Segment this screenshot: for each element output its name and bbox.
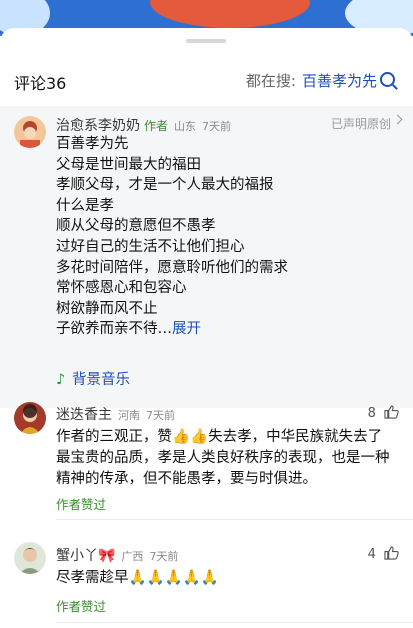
comment-item: 蟹小丫🎀 广西 7天前 4 尽孝需趁早🙏🙏🙏🙏🙏 作者赞过 bbox=[0, 536, 413, 627]
avatar[interactable] bbox=[14, 116, 46, 148]
comment-line: 多花时间陪伴，愿意聆听他们的需求 bbox=[56, 259, 288, 276]
original-badge[interactable]: 已声明原创 bbox=[331, 115, 391, 132]
pinned-author-comment: 治愈系李奶奶 作者 山东 7天前 已声明原创 百善孝为先 父母是世间最大的福田 孝顺父… bbox=[0, 106, 413, 408]
drag-handle[interactable] bbox=[186, 39, 226, 43]
author-row: 蟹小丫🎀 广西 7天前 bbox=[56, 545, 178, 565]
timestamp: 7天前 bbox=[149, 550, 179, 563]
comment-text: 作者的三观正，赞👍👍失去孝，中华民族就失去了最宝贵的品质，孝是人类良好秩序的表现… bbox=[56, 429, 390, 487]
comment-line: 百善孝为先 bbox=[56, 136, 129, 152]
thumbs-up-icon bbox=[384, 405, 399, 419]
timestamp: 7天前 bbox=[202, 120, 232, 133]
comment-line: 孝顺父母，才是一个人最大的福报 bbox=[56, 177, 274, 194]
like-button[interactable]: 4 bbox=[368, 546, 399, 562]
comment-count: 评论36 bbox=[14, 74, 67, 93]
author-name[interactable]: 蟹小丫🎀 bbox=[56, 548, 115, 564]
timestamp: 7天前 bbox=[146, 409, 175, 422]
author-row: 迷迭香主 河南 7天前 bbox=[56, 404, 175, 424]
like-button[interactable]: 8 bbox=[368, 405, 399, 421]
expand-link[interactable]: 展开 bbox=[172, 321, 201, 337]
author-tag: 作者 bbox=[144, 119, 169, 133]
comment-line: 顺从父母的意愿但不愚孝 bbox=[56, 218, 216, 235]
comments-header: 评论36 都在搜: 百善孝为先 bbox=[0, 66, 413, 96]
comment-line: 常怀感恩心和包容心 bbox=[56, 280, 187, 297]
comment-line: 父母是世间最大的福田 bbox=[56, 156, 201, 173]
search-query[interactable]: 百善孝为先 bbox=[302, 72, 377, 90]
comment-item: 迷迭香主 河南 7天前 8 作者的三观正，赞👍👍失去孝，中华民族就失去了最宝贵的品质… bbox=[0, 396, 413, 520]
author-liked-badge: 作者赞过 bbox=[56, 599, 107, 614]
thumbs-up-icon bbox=[384, 546, 399, 560]
comment-text: 尽孝需趁早🙏🙏🙏🙏🙏 bbox=[56, 570, 219, 586]
search-icon[interactable] bbox=[380, 72, 395, 87]
author-row: 治愈系李奶奶 作者 山东 7天前 bbox=[56, 115, 231, 135]
divider bbox=[56, 622, 413, 623]
comment-line: 什么是孝 bbox=[56, 197, 114, 214]
background-music-link[interactable]: ♪ 背景音乐 bbox=[56, 368, 130, 389]
like-count: 4 bbox=[367, 547, 376, 562]
author-liked-badge: 作者赞过 bbox=[56, 497, 107, 512]
comment-line: 树欲静而风不止 bbox=[56, 300, 158, 317]
avatar[interactable] bbox=[14, 542, 46, 574]
location: 广西 bbox=[121, 550, 144, 563]
comment-body: 百善孝为先 父母是世间最大的福田 孝顺父母，才是一个人最大的福报 什么是孝 顺从… bbox=[56, 134, 386, 340]
music-label: 背景音乐 bbox=[72, 372, 130, 388]
comment-line: 过好自己的生活不让他们担心 bbox=[56, 238, 245, 255]
trending-search[interactable]: 都在搜: 百善孝为先 bbox=[246, 70, 395, 91]
music-note-icon: ♪ bbox=[56, 372, 66, 388]
avatar[interactable] bbox=[14, 402, 46, 434]
comment-line-last: 子欲养而亲不待…展开 bbox=[56, 319, 386, 340]
like-count: 8 bbox=[367, 406, 376, 421]
location: 河南 bbox=[118, 409, 140, 422]
author-name[interactable]: 治愈系李奶奶 bbox=[56, 118, 140, 134]
comment-line: 子欲养而亲不待… bbox=[56, 321, 172, 338]
location: 山东 bbox=[174, 120, 197, 133]
search-prefix: 都在搜: bbox=[245, 72, 296, 90]
chevron-right-icon[interactable] bbox=[392, 114, 403, 125]
divider bbox=[56, 519, 413, 520]
author-name[interactable]: 迷迭香主 bbox=[56, 407, 112, 423]
